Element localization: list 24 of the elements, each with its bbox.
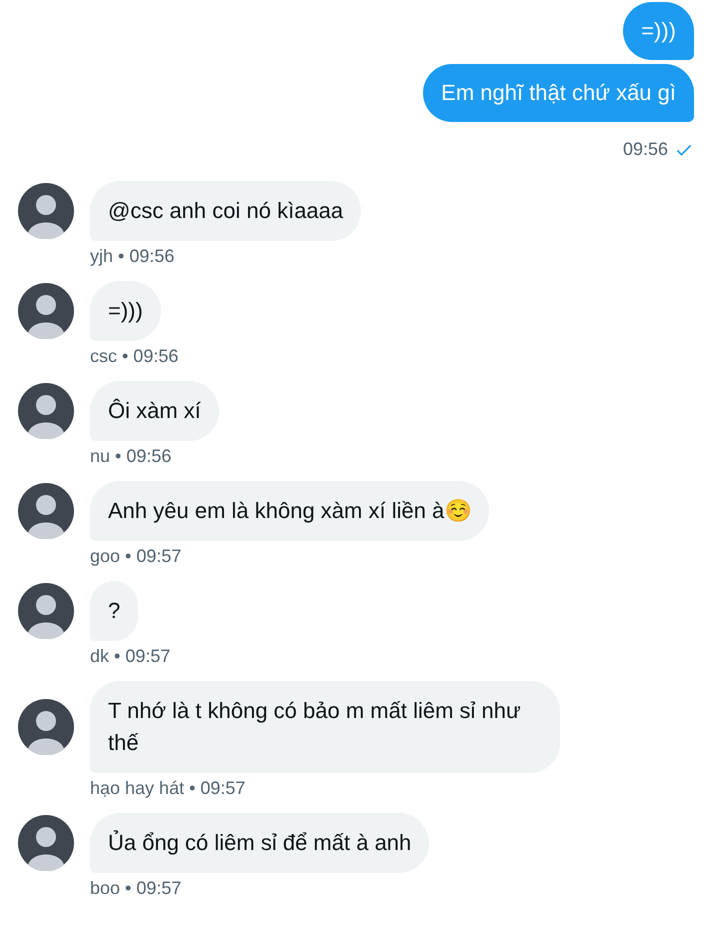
avatar [18, 183, 74, 239]
message-time: 09:56 [622, 138, 668, 161]
message-meta: hạo hay hát • 09:57 [90, 777, 246, 800]
avatar [18, 583, 74, 639]
received-message: T nhớ là t không có bảo m mất liêm sỉ như thế [90, 681, 560, 773]
message-meta: dk • 09:57 [90, 645, 172, 668]
sent-message: Em nghĩ thật chứ xấu gì [423, 64, 694, 122]
message-meta: csc • 09:56 [90, 345, 180, 368]
received-message: Ôi xàm xí [90, 381, 219, 441]
avatar [18, 699, 74, 755]
received-message: Anh yêu em là không xàm xí liền à☺ [90, 481, 490, 541]
avatar [18, 283, 74, 339]
message-meta: nu • 09:56 [90, 445, 172, 468]
received-message: =))) [90, 281, 161, 341]
avatar [18, 815, 74, 871]
received-message: ? [90, 581, 138, 641]
received-message: @csc anh coi nó kìaaaa [90, 181, 362, 241]
sent-message: =))) [623, 2, 694, 60]
message-meta: yjh • 09:56 [90, 245, 176, 268]
message-meta: boo • 09:57 [90, 877, 182, 900]
message-meta: goo • 09:57 [90, 545, 182, 568]
avatar [18, 483, 74, 539]
avatar [18, 383, 74, 439]
received-message: Ủa ổng có liêm sỉ để mất à anh [90, 813, 430, 873]
